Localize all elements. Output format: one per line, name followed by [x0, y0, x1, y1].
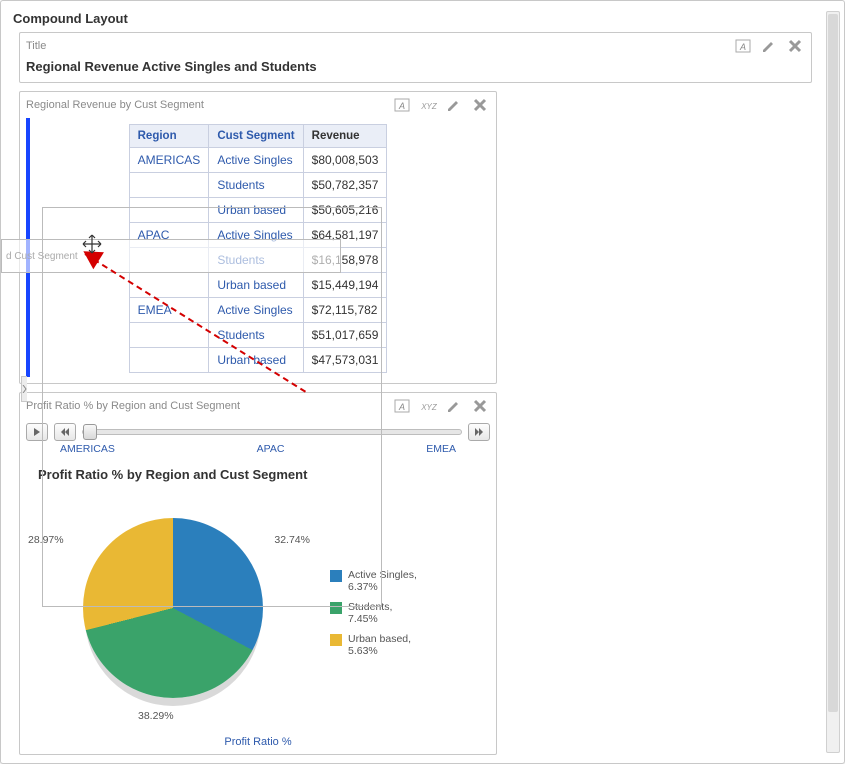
- chart-view-panel: Profit Ratio % by Region and Cust Segmen…: [19, 392, 497, 755]
- title-panel-label: Title: [26, 40, 733, 52]
- slider-labels: AMERICAS APAC EMEA: [20, 441, 496, 461]
- ghost-label: d Cust Segment: [6, 251, 78, 262]
- vertical-scrollbar[interactable]: [826, 11, 840, 753]
- cell-region[interactable]: EMEA: [129, 298, 209, 323]
- report-title-text: Regional Revenue Active Singles and Stud…: [20, 59, 811, 82]
- legend-item: Active Singles,6.37%: [330, 569, 417, 593]
- table-header-row: Region Cust Segment Revenue: [129, 125, 387, 148]
- cell-revenue: $80,008,503: [303, 148, 387, 173]
- title-panel: Title A Regional Revenue Active Singles …: [19, 32, 812, 83]
- table-row: AMERICASActive Singles$80,008,503: [129, 148, 387, 173]
- legend-text: Active Singles,6.37%: [348, 569, 417, 593]
- title-panel-header: Title A: [20, 33, 811, 59]
- svg-text:XYZ: XYZ: [420, 403, 438, 412]
- cell-segment[interactable]: Active Singles: [209, 298, 303, 323]
- cell-revenue: $72,115,782: [303, 298, 387, 323]
- slice-label: 32.74%: [274, 534, 310, 546]
- col-region[interactable]: Region: [129, 125, 209, 148]
- format-icon[interactable]: A: [392, 397, 412, 415]
- slice-label: 38.29%: [138, 710, 174, 722]
- legend-item: Urban based,5.63%: [330, 633, 417, 657]
- format-icon[interactable]: A: [733, 37, 753, 55]
- rewind-button[interactable]: [54, 423, 76, 441]
- slider-label[interactable]: AMERICAS: [60, 443, 115, 455]
- legend-text: Urban based,5.63%: [348, 633, 411, 657]
- table-panel-header: Regional Revenue by Cust Segment A XYZ: [20, 92, 496, 118]
- legend-swatch: [330, 602, 342, 614]
- table-row: EMEAActive Singles$72,115,782: [129, 298, 387, 323]
- cell-revenue: $50,605,216: [303, 198, 387, 223]
- col-segment[interactable]: Cust Segment: [209, 125, 303, 148]
- cell-region[interactable]: AMERICAS: [129, 148, 209, 173]
- cell-segment[interactable]: Urban based: [209, 273, 303, 298]
- cell-segment[interactable]: Urban based: [209, 198, 303, 223]
- cell-revenue: $15,449,194: [303, 273, 387, 298]
- slider-label[interactable]: APAC: [257, 443, 285, 455]
- slider-label[interactable]: EMEA: [426, 443, 456, 455]
- legend-swatch: [330, 634, 342, 646]
- edit-icon[interactable]: [759, 37, 779, 55]
- svg-text:XYZ: XYZ: [420, 102, 438, 111]
- cell-segment[interactable]: Students: [209, 323, 303, 348]
- play-button[interactable]: [26, 423, 48, 441]
- cell-segment[interactable]: Students: [209, 173, 303, 198]
- pie-slices: [83, 518, 263, 698]
- cell-revenue: $51,017,659: [303, 323, 387, 348]
- svg-text:A: A: [398, 101, 405, 111]
- pie-chart: 32.74% 38.29% 28.97%: [28, 498, 318, 728]
- cell-revenue: $47,573,031: [303, 348, 387, 373]
- scrollbar-thumb[interactable]: [828, 14, 838, 712]
- cell-segment[interactable]: Active Singles: [209, 148, 303, 173]
- axis-label: Profit Ratio %: [20, 736, 496, 754]
- cell-region: [129, 348, 209, 373]
- legend-text: Students,7.45%: [348, 601, 392, 625]
- format-icon[interactable]: A: [392, 96, 412, 114]
- expand-handle[interactable]: [21, 376, 27, 402]
- edit-icon[interactable]: [444, 397, 464, 415]
- chart-panel-header: Profit Ratio % by Region and Cust Segmen…: [20, 393, 496, 419]
- page-title: Compound Layout: [13, 11, 822, 26]
- legend-swatch: [330, 570, 342, 582]
- chart-panel-label: Profit Ratio % by Region and Cust Segmen…: [26, 400, 392, 412]
- drag-ghost-panel: d Cust Segment: [1, 239, 341, 273]
- legend-item: Students,7.45%: [330, 601, 417, 625]
- table-row: Students$51,017,659: [129, 323, 387, 348]
- table-row: Students$50,782,357: [129, 173, 387, 198]
- close-icon[interactable]: [470, 397, 490, 415]
- edit-icon[interactable]: [444, 96, 464, 114]
- close-icon[interactable]: [470, 96, 490, 114]
- slider-track[interactable]: [82, 429, 462, 435]
- cell-region: [129, 198, 209, 223]
- slider-knob[interactable]: [83, 424, 97, 440]
- col-revenue[interactable]: Revenue: [303, 125, 387, 148]
- xyz-icon[interactable]: XYZ: [418, 96, 438, 114]
- cell-region: [129, 173, 209, 198]
- table-row: Urban based$50,605,216: [129, 198, 387, 223]
- cell-region: [129, 323, 209, 348]
- svg-text:A: A: [739, 42, 746, 52]
- compound-layout-pane: Compound Layout Title A Regional Revenue…: [0, 0, 845, 764]
- section-slider: [20, 419, 496, 441]
- chart-title: Profit Ratio % by Region and Cust Segmen…: [20, 461, 496, 492]
- move-cursor-icon: [81, 233, 103, 255]
- xyz-icon[interactable]: XYZ: [418, 397, 438, 415]
- slice-label: 28.97%: [28, 534, 64, 546]
- close-icon[interactable]: [785, 37, 805, 55]
- chart-legend: Active Singles,6.37% Students,7.45% Urban …: [330, 561, 417, 665]
- cell-revenue: $50,782,357: [303, 173, 387, 198]
- cell-region: [129, 273, 209, 298]
- chart-body: 32.74% 38.29% 28.97% Active Singles,6.37…: [20, 492, 496, 736]
- forward-button[interactable]: [468, 423, 490, 441]
- table-panel-label: Regional Revenue by Cust Segment: [26, 99, 392, 111]
- svg-text:A: A: [398, 402, 405, 412]
- table-row: Urban based$15,449,194: [129, 273, 387, 298]
